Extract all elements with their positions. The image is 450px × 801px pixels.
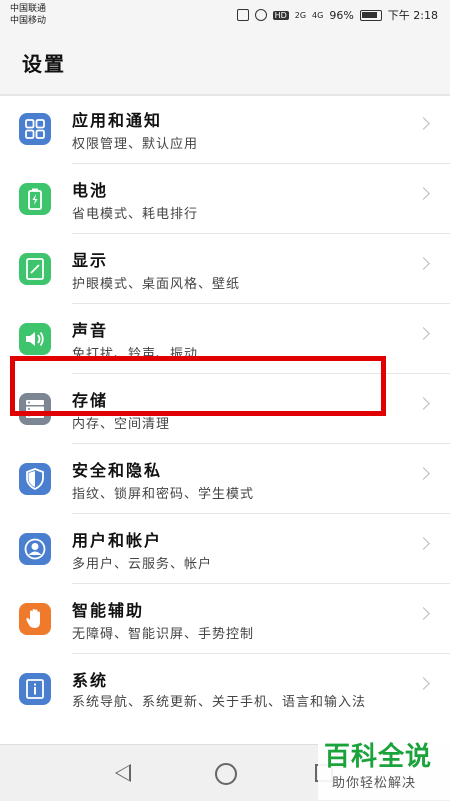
item-title: 用户和帐户	[72, 531, 163, 550]
battery-status-icon	[359, 9, 382, 21]
hand-icon	[19, 603, 51, 635]
header: 设置	[0, 30, 450, 94]
item-title: 应用和通知	[72, 111, 163, 130]
display-icon	[19, 253, 51, 285]
item-title: 声音	[72, 321, 109, 340]
settings-item-smart-assistance[interactable]: 智能辅助 无障碍、智能识屏、手势控制	[0, 584, 450, 654]
chevron-right-icon	[417, 677, 430, 690]
watermark: 百科全说 助你轻松解决	[318, 736, 450, 800]
battery-percent: 96%	[329, 8, 354, 22]
vibrate-icon	[236, 9, 249, 21]
item-subtitle: 系统导航、系统更新、关于手机、语言和输入法	[72, 695, 367, 710]
settings-item-system[interactable]: 系统 系统导航、系统更新、关于手机、语言和输入法	[0, 654, 450, 744]
chevron-right-icon	[417, 537, 430, 550]
settings-item-apps-notifications[interactable]: 应用和通知 权限管理、默认应用	[0, 94, 450, 164]
item-title: 电池	[72, 181, 109, 200]
item-title: 智能辅助	[72, 601, 145, 620]
page-title: 设置	[22, 52, 66, 76]
item-subtitle: 护眼模式、桌面风格、壁纸	[72, 277, 241, 292]
status-icons: HD 2G 4G 96% 下午 2:18	[236, 7, 438, 23]
back-icon[interactable]	[115, 764, 131, 782]
carrier-info: 中国联通 中国移动	[10, 3, 46, 27]
info-icon	[19, 673, 51, 705]
home-icon[interactable]	[215, 763, 237, 785]
settings-item-battery[interactable]: 电池 省电模式、耗电排行	[0, 164, 450, 234]
battery-icon	[19, 183, 51, 215]
carrier-1: 中国联通	[10, 4, 47, 14]
chevron-right-icon	[417, 187, 430, 200]
alarm-icon	[254, 9, 267, 21]
watermark-subtitle: 助你轻松解决	[332, 776, 417, 791]
shield-icon	[19, 463, 51, 495]
status-bar: 中国联通 中国移动 HD 2G 4G 96% 下午 2:18	[0, 0, 450, 30]
apps-grid-icon	[19, 113, 51, 145]
watermark-title: 百科全说	[324, 742, 433, 772]
settings-item-security-privacy[interactable]: 安全和隐私 指纹、锁屏和密码、学生模式	[0, 444, 450, 514]
chevron-right-icon	[417, 607, 430, 620]
item-title: 系统	[72, 671, 109, 690]
clock: 下午 2:18	[387, 9, 438, 22]
chevron-right-icon	[417, 467, 430, 480]
settings-item-display[interactable]: 显示 护眼模式、桌面风格、壁纸	[0, 234, 450, 304]
network-2-label: 4G	[312, 10, 324, 20]
chevron-right-icon	[417, 257, 430, 270]
settings-item-users-accounts[interactable]: 用户和帐户 多用户、云服务、帐户	[0, 514, 450, 584]
item-subtitle: 指纹、锁屏和密码、学生模式	[72, 487, 255, 502]
item-title: 显示	[72, 251, 109, 270]
carrier-2: 中国移动	[10, 16, 47, 26]
item-subtitle: 无障碍、智能识屏、手势控制	[72, 627, 255, 642]
speaker-icon	[19, 323, 51, 355]
item-subtitle: 省电模式、耗电排行	[72, 207, 199, 222]
settings-list[interactable]: 应用和通知 权限管理、默认应用 电池 省电模式、耗电排行 显示 护眼模式、桌面风…	[0, 94, 450, 744]
item-subtitle: 权限管理、默认应用	[72, 137, 199, 152]
user-icon	[19, 533, 51, 565]
chevron-right-icon	[417, 117, 430, 130]
highlight-box	[10, 356, 386, 416]
item-subtitle: 多用户、云服务、帐户	[72, 557, 213, 572]
item-title: 安全和隐私	[72, 461, 163, 480]
chevron-right-icon	[417, 397, 430, 410]
chevron-right-icon	[417, 327, 430, 340]
network-1-label: 2G	[294, 10, 307, 20]
hd-icon: HD	[272, 10, 289, 20]
